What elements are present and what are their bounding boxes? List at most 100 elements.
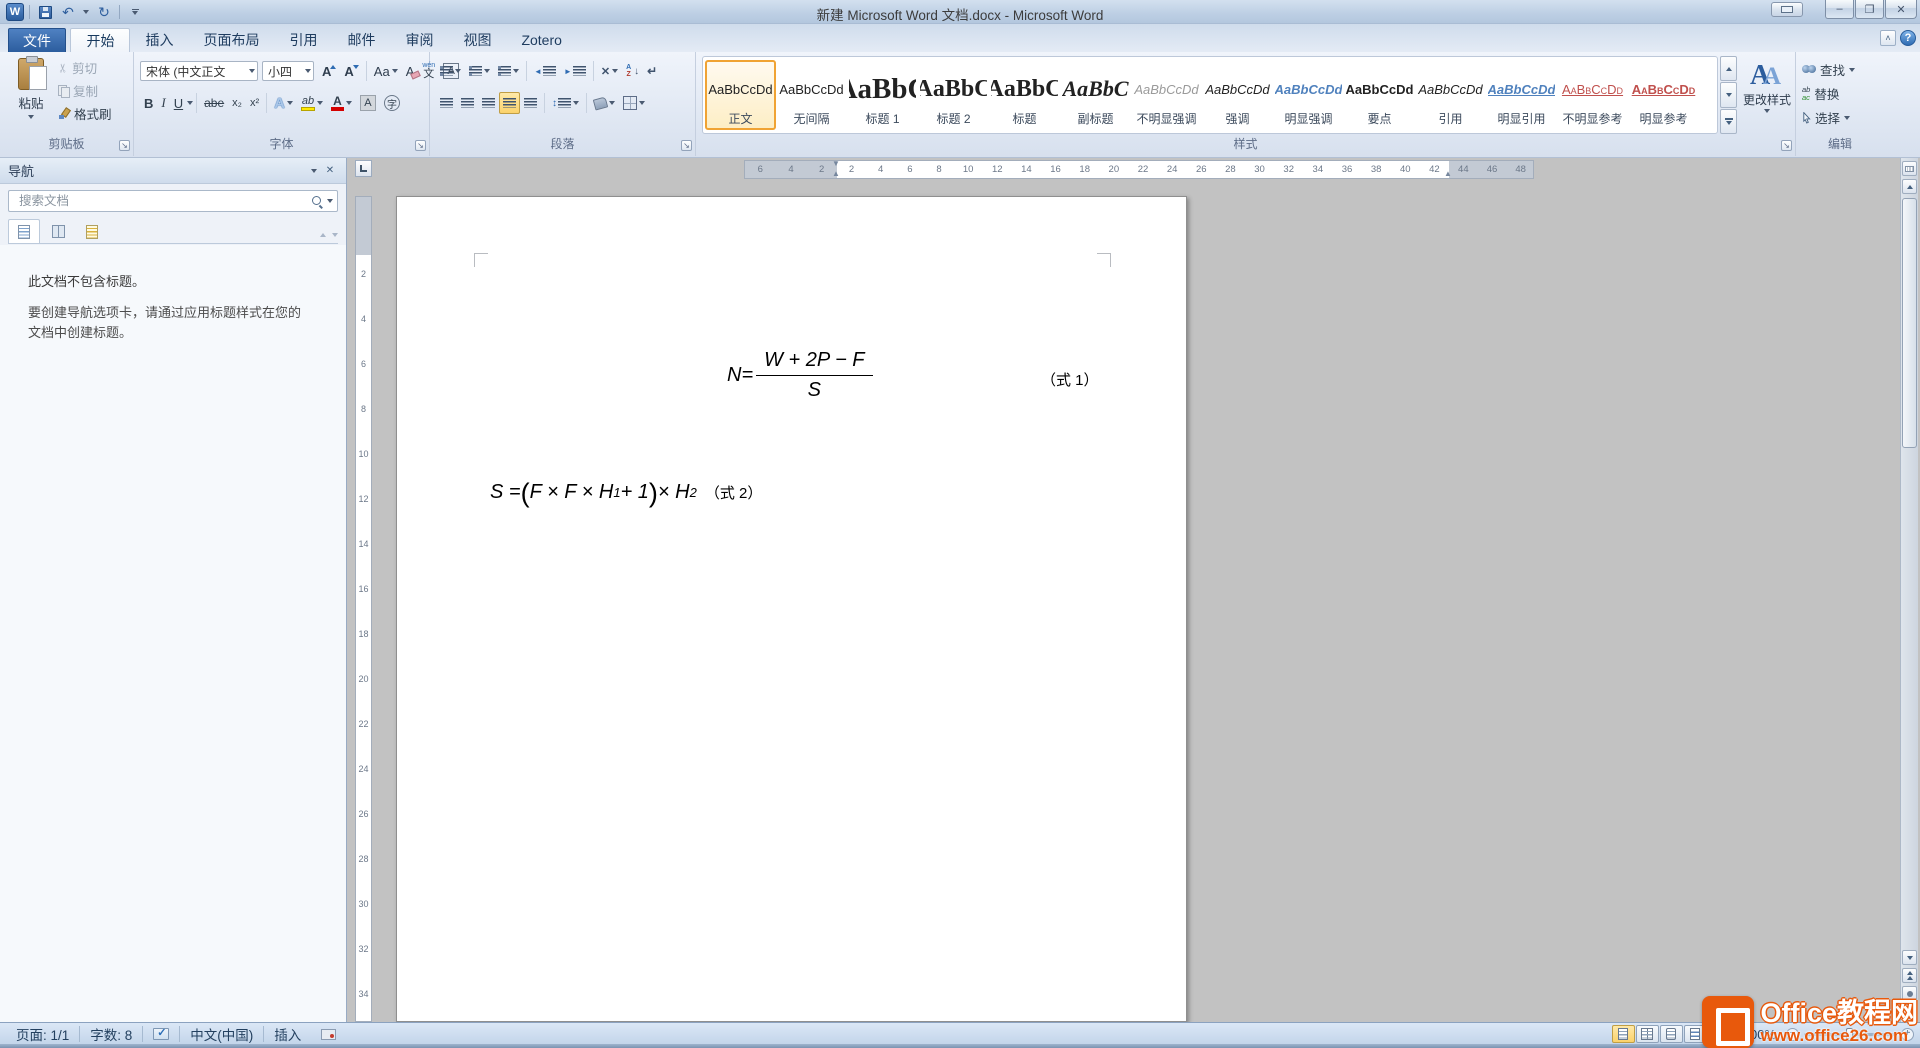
show-marks-button[interactable]: ↵: [643, 60, 661, 82]
change-styles-button[interactable]: AA 更改样式: [1742, 56, 1792, 134]
tab-browse-results[interactable]: [76, 219, 108, 243]
search-input[interactable]: [17, 193, 311, 209]
enclose-characters-button[interactable]: 字: [380, 92, 404, 114]
replace-button[interactable]: abac 替换: [1802, 84, 1855, 103]
paste-button[interactable]: 粘贴: [8, 56, 54, 130]
borders-button[interactable]: [619, 92, 649, 114]
tab-视图[interactable]: 视图: [448, 28, 506, 52]
pane-options-button[interactable]: [306, 163, 322, 179]
zoom-track[interactable]: [1804, 1033, 1896, 1036]
bold-button[interactable]: B: [140, 92, 157, 114]
character-shading-button[interactable]: A: [356, 92, 380, 114]
fullscreen-reading-view-button[interactable]: [1636, 1025, 1659, 1043]
style-chip-明显参考[interactable]: AaBbCcDd明显参考: [1628, 60, 1699, 130]
style-chip-强调[interactable]: AaBbCcDd强调: [1202, 60, 1273, 130]
tab-file[interactable]: 文件: [8, 28, 66, 52]
numbering-button[interactable]: [465, 60, 494, 82]
distribute-button[interactable]: [520, 92, 541, 114]
justify-button[interactable]: [499, 92, 520, 114]
styles-dialog-launcher[interactable]: ↘: [1781, 140, 1792, 151]
select-button[interactable]: 选择: [1802, 108, 1855, 127]
chevron-down-icon[interactable]: [187, 101, 193, 105]
scrollbar-thumb[interactable]: [1902, 198, 1917, 448]
strikethrough-button[interactable]: abe: [200, 92, 228, 114]
style-chip-标题[interactable]: AaBbC标题: [989, 60, 1060, 130]
tab-引用[interactable]: 引用: [274, 28, 332, 52]
grow-font-button[interactable]: A: [318, 60, 340, 82]
outline-view-button[interactable]: [1684, 1025, 1707, 1043]
vertical-scrollbar[interactable]: [1900, 158, 1918, 1022]
previous-heading-button[interactable]: [320, 233, 326, 237]
vertical-ruler[interactable]: 246810121416182022242628303234: [355, 196, 372, 1022]
style-chip-正文[interactable]: AaBbCcDd正文: [705, 60, 776, 130]
language-indicator[interactable]: 中文(中国): [180, 1023, 263, 1045]
shading-button[interactable]: [590, 92, 619, 114]
tab-页面布局[interactable]: 页面布局: [188, 28, 274, 52]
zoom-slider[interactable]: − +: [1786, 1028, 1914, 1041]
horizontal-ruler[interactable]: ▼ ▲ ▲ 6422468101214161820222426283032343…: [744, 160, 1534, 179]
font-size-select[interactable]: 小四: [262, 61, 314, 81]
change-case-button[interactable]: Aa: [370, 60, 402, 82]
style-chip-标题 1[interactable]: AaBbC标题 1: [847, 60, 918, 130]
decrease-indent-button[interactable]: ◄: [530, 60, 560, 82]
align-right-button[interactable]: [478, 92, 499, 114]
gallery-more-button[interactable]: [1720, 109, 1737, 134]
tab-stop-selector[interactable]: [355, 160, 372, 177]
tab-browse-headings[interactable]: [8, 219, 40, 243]
subscript-button[interactable]: x₂: [228, 92, 246, 114]
right-indent-marker[interactable]: ▲: [1444, 170, 1452, 178]
format-painter-button[interactable]: 格式刷: [58, 104, 112, 123]
font-color-button[interactable]: A: [327, 92, 356, 114]
presentation-display-button[interactable]: [1771, 2, 1803, 17]
font-name-select[interactable]: 宋体 (中文正文: [140, 61, 258, 81]
search-options-arrow[interactable]: [327, 199, 333, 203]
first-line-indent-marker[interactable]: ▼: [832, 160, 840, 168]
paragraph-dialog-launcher[interactable]: ↘: [681, 140, 692, 151]
sort-button[interactable]: AZ ↓: [622, 60, 643, 82]
close-button[interactable]: ✕: [1885, 0, 1917, 19]
left-indent-marker[interactable]: ▲: [832, 170, 840, 178]
bullets-button[interactable]: [436, 60, 465, 82]
tab-邮件[interactable]: 邮件: [332, 28, 390, 52]
highlight-color-button[interactable]: ab: [297, 92, 327, 114]
gallery-scroll-up[interactable]: [1720, 56, 1737, 81]
clipboard-dialog-launcher[interactable]: ↘: [119, 140, 130, 151]
tab-browse-pages[interactable]: [42, 219, 74, 243]
increase-indent-button[interactable]: ►: [560, 60, 590, 82]
gallery-scroll-down[interactable]: [1720, 82, 1737, 107]
print-layout-view-button[interactable]: [1612, 1025, 1635, 1043]
draft-view-button[interactable]: [1708, 1025, 1731, 1043]
insert-mode-indicator[interactable]: 插入: [264, 1023, 311, 1045]
style-chip-明显强调[interactable]: AaBbCcDd明显强调: [1273, 60, 1344, 130]
document-search-box[interactable]: [8, 190, 338, 212]
zoom-knob[interactable]: [1846, 1028, 1853, 1041]
shrink-font-button[interactable]: A: [340, 60, 362, 82]
select-browse-object-button[interactable]: [1902, 986, 1917, 1001]
align-left-button[interactable]: [436, 92, 457, 114]
tab-Zotero[interactable]: Zotero: [506, 28, 576, 52]
tab-开始[interactable]: 开始: [70, 28, 130, 52]
word-count-indicator[interactable]: 字数: 8: [80, 1023, 142, 1045]
style-chip-标题 2[interactable]: AaBbC标题 2: [918, 60, 989, 130]
tab-插入[interactable]: 插入: [130, 28, 188, 52]
spellcheck-indicator[interactable]: [143, 1023, 179, 1045]
minimize-button[interactable]: –: [1825, 0, 1854, 19]
ruler-toggle-button[interactable]: [1902, 161, 1917, 176]
web-layout-view-button[interactable]: [1660, 1025, 1683, 1043]
style-chip-不明显参考[interactable]: AaBbCcDd不明显参考: [1557, 60, 1628, 130]
style-chip-无间隔[interactable]: AaBbCcDd无间隔: [776, 60, 847, 130]
style-chip-副标题[interactable]: AaBbC副标题: [1060, 60, 1131, 130]
clear-formatting-button[interactable]: A: [402, 60, 419, 82]
macro-record-button[interactable]: [311, 1023, 346, 1045]
line-spacing-button[interactable]: ↕: [548, 92, 583, 114]
style-chip-引用[interactable]: AaBbCcDd引用: [1415, 60, 1486, 130]
font-dialog-launcher[interactable]: ↘: [415, 140, 426, 151]
align-center-button[interactable]: [457, 92, 478, 114]
multilevel-list-button[interactable]: [494, 60, 523, 82]
pane-close-button[interactable]: ✕: [322, 163, 338, 179]
previous-page-button[interactable]: [1902, 968, 1917, 983]
asian-layout-button[interactable]: ✕: [597, 60, 622, 82]
zoom-out-button[interactable]: −: [1786, 1028, 1799, 1041]
style-chip-明显引用[interactable]: AaBbCcDd明显引用: [1486, 60, 1557, 130]
italic-button[interactable]: I: [157, 92, 169, 114]
